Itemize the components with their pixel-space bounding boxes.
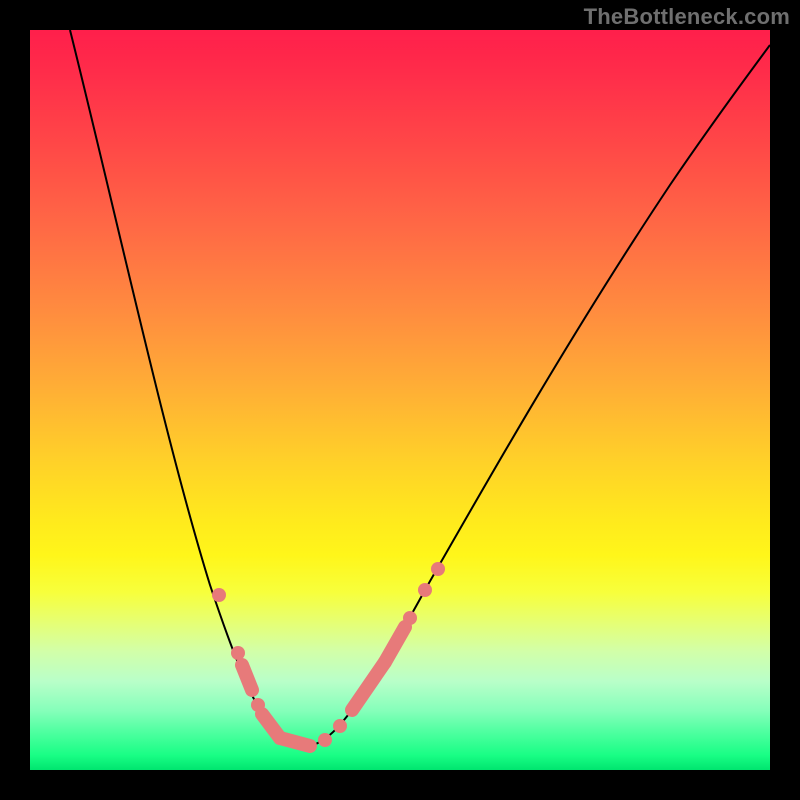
marker-dot	[231, 646, 245, 660]
marker-pill	[242, 665, 252, 690]
marker-pill	[280, 738, 310, 746]
marker-dot	[333, 719, 347, 733]
watermark-text: TheBottleneck.com	[584, 4, 790, 30]
chart-overlay	[30, 30, 770, 770]
marker-dot	[431, 562, 445, 576]
marker-dot	[403, 611, 417, 625]
plot-area	[30, 30, 770, 770]
marker-dot	[418, 583, 432, 597]
marker-dot	[318, 733, 332, 747]
marker-group	[212, 562, 445, 747]
marker-pill	[352, 662, 385, 710]
bottleneck-curve	[70, 30, 770, 746]
marker-pill	[385, 627, 405, 662]
marker-dot	[212, 588, 226, 602]
chart-stage: TheBottleneck.com	[0, 0, 800, 800]
